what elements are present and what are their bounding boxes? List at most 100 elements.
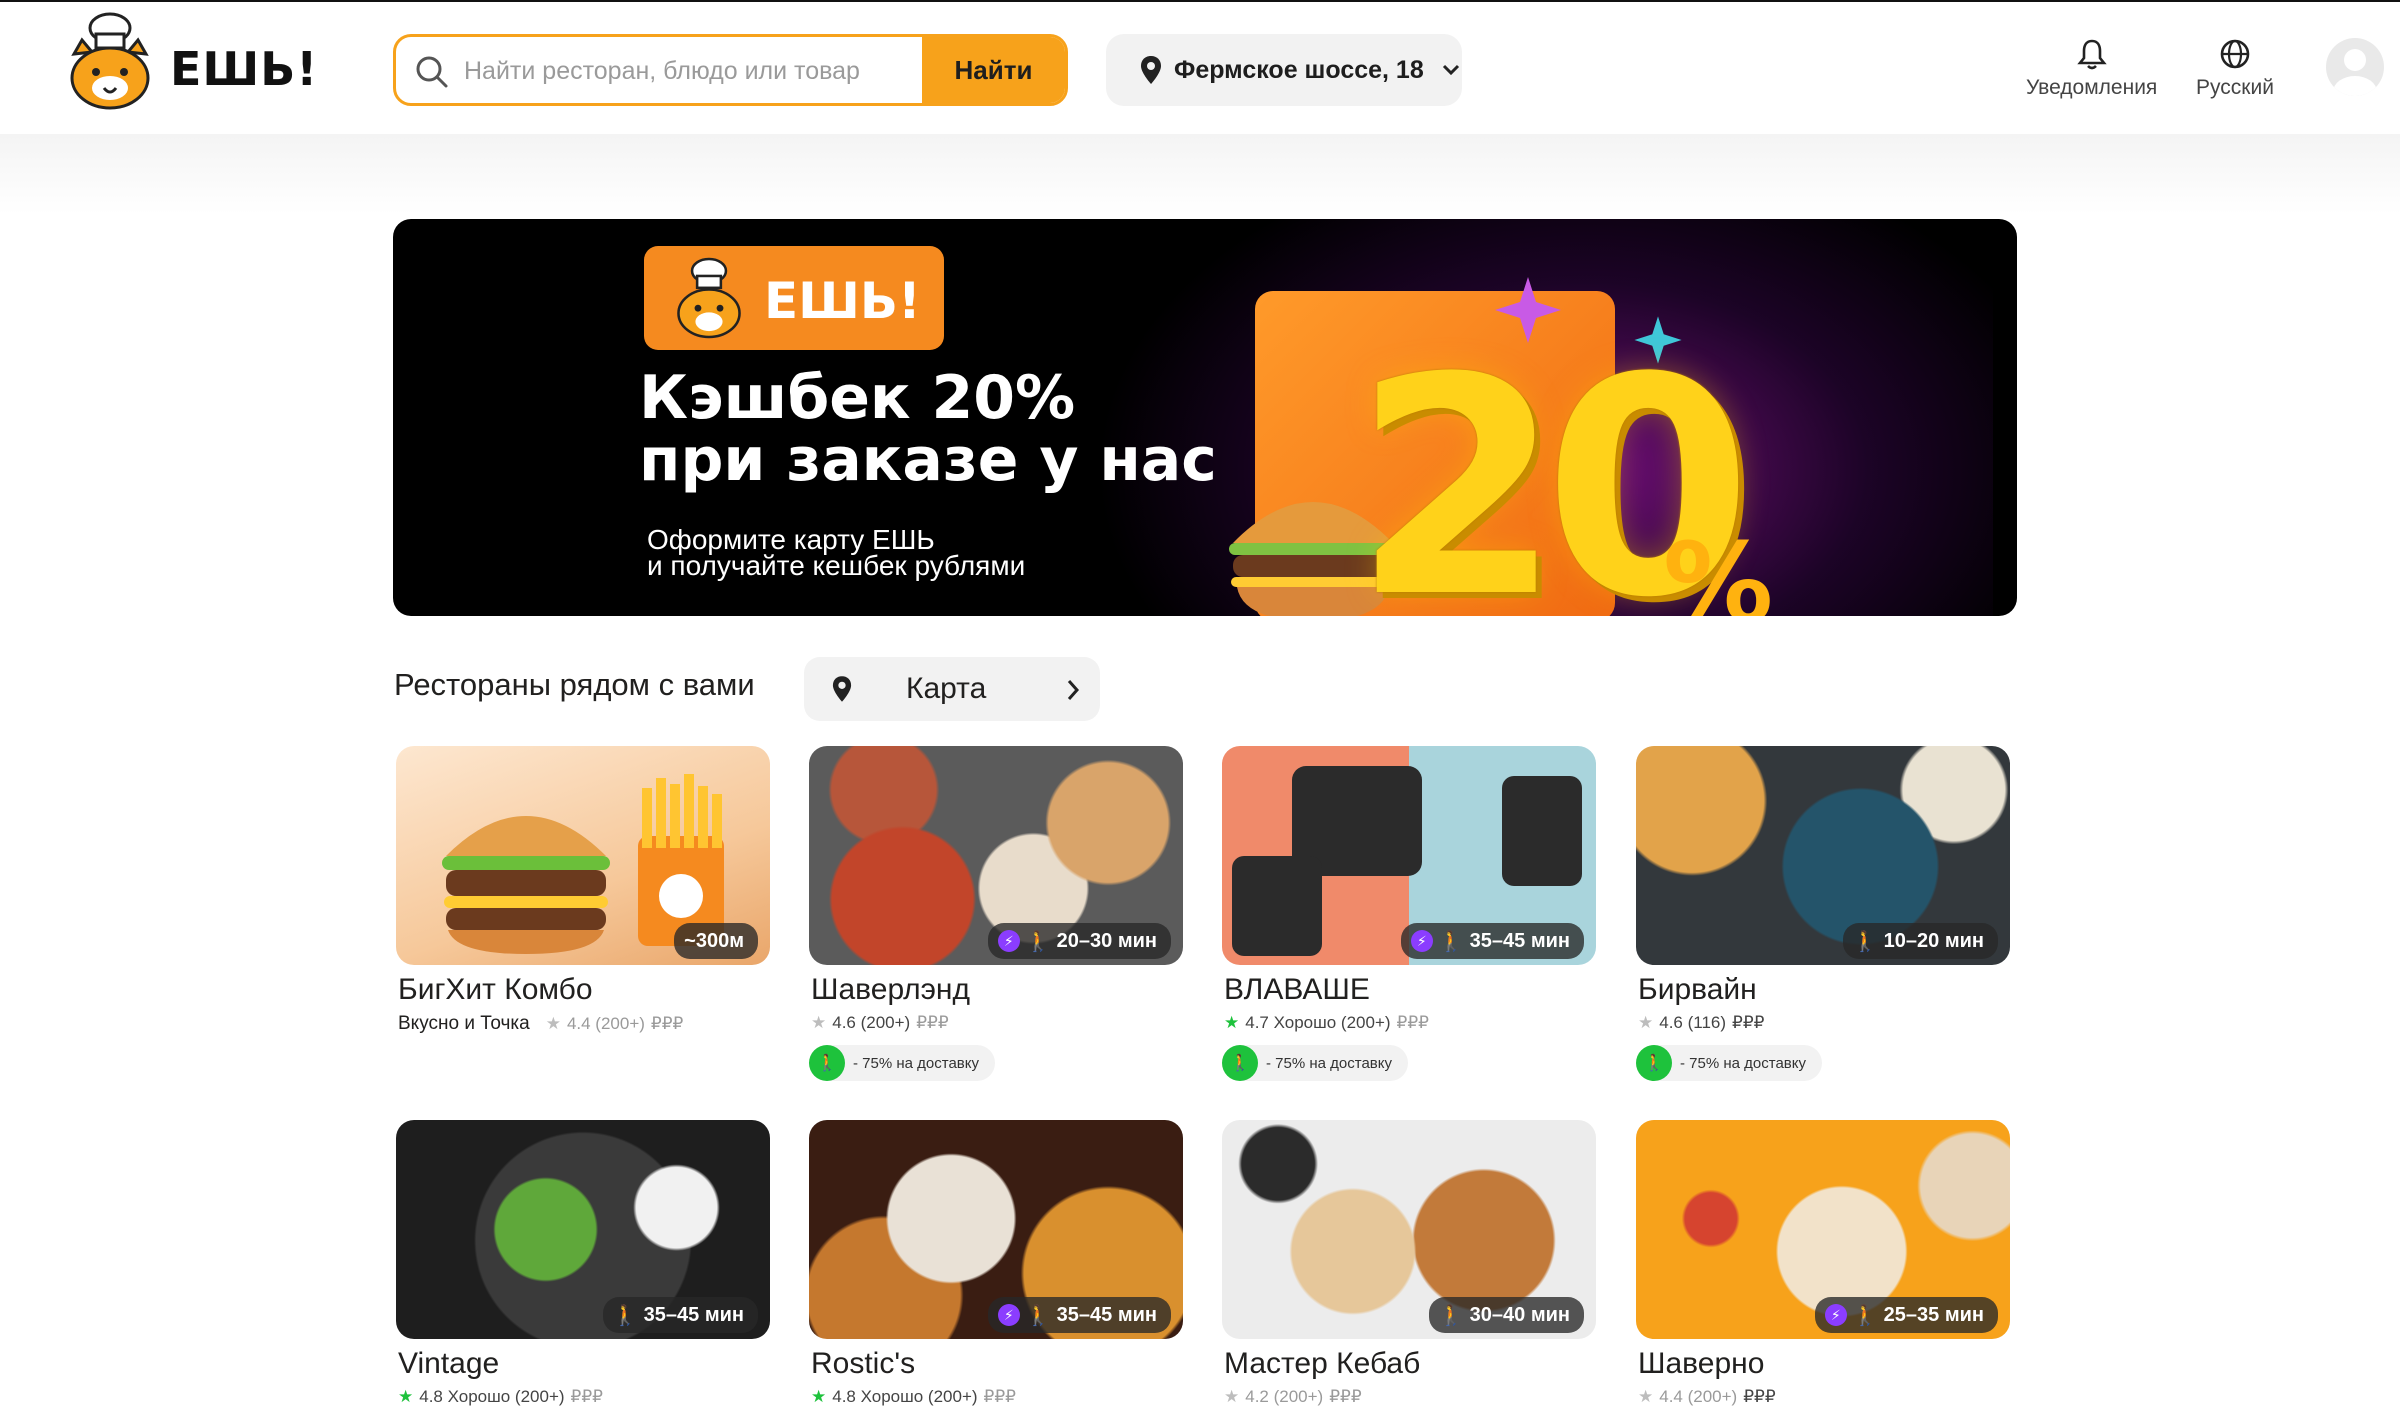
delivery-time: 25–35 мин (1883, 1303, 1984, 1326)
banner-title: Кэшбек 20% при заказе у нас (639, 367, 1217, 491)
delivery-time-badge: ⚡ 🚶 25–35 мин (1814, 1297, 1998, 1333)
map-button[interactable]: Карта (804, 657, 1100, 721)
delivery-time: 10–20 мин (1883, 929, 1984, 952)
walker-icon: 🚶 (612, 1304, 638, 1327)
star-icon: ★ (1224, 1387, 1240, 1406)
restaurant-meta: ★ 4.6 (116) ₽₽₽ (1638, 1013, 2010, 1033)
banner-title-line1: Кэшбек 20% (639, 363, 1076, 433)
search-input[interactable] (462, 37, 986, 103)
walker-icon: 🚶 (1852, 1304, 1878, 1327)
price-level: ₽₽₽ (1396, 1013, 1429, 1032)
star-icon: ★ (1638, 1013, 1654, 1032)
restaurant-meta: ★ 4.2 (200+) ₽₽₽ (1224, 1387, 1596, 1407)
delivery-time: 35–45 мин (1469, 929, 1570, 952)
delivery-time-badge: 🚶 35–45 мин (602, 1297, 758, 1333)
language-button[interactable]: Русский (2196, 38, 2274, 100)
restaurant-meta: ★ 4.6 (200+) ₽₽₽ (811, 1013, 1183, 1033)
restaurant-name: БигХит Комбо (398, 973, 593, 1006)
banner-brand-badge: ЕШЬ! (644, 246, 944, 350)
bolt-icon: ⚡ (1410, 930, 1433, 952)
bell-icon (2076, 39, 2107, 70)
address-selector[interactable]: Фермское шоссе, 18 (1106, 34, 1462, 106)
price-level: ₽₽₽ (1743, 1387, 1776, 1406)
price-level: ₽₽₽ (1329, 1387, 1362, 1406)
walker-icon: 🚶 (1025, 930, 1051, 953)
bolt-icon: ⚡ (997, 1304, 1020, 1326)
restaurant-name: Шаверно (1638, 1347, 1765, 1380)
banner-subtitle-line2: и получайте кешбек рублями (647, 550, 1026, 581)
delivery-time: 30–40 мин (1469, 1303, 1570, 1326)
restaurant-meta: ★ 4.7 Хорошо (200+) ₽₽₽ (1224, 1013, 1596, 1033)
location-pin-icon (1141, 56, 1161, 84)
restaurant-rating: 4.6 (200+) (832, 1013, 911, 1032)
price-level: ₽₽₽ (1732, 1013, 1765, 1032)
restaurant-photo: 🚶 35–45 мин (396, 1120, 770, 1339)
restaurant-card[interactable]: 🚶 35–45 мин Vintage ★ 4.8 Хорошо (200+) … (396, 1120, 770, 1407)
chevron-right-icon (1067, 680, 1080, 700)
restaurant-meta: ★ 4.8 Хорошо (200+) ₽₽₽ (811, 1387, 1183, 1407)
restaurant-name: Бирвайн (1638, 973, 1757, 1006)
restaurant-photo: ⚡ 🚶 25–35 мин (1636, 1120, 2010, 1339)
restaurant-meta: Вкусно и Точка ★ 4.4 (200+) ₽₽₽ (398, 1013, 770, 1035)
header-shadow-band (0, 134, 2400, 214)
banner-title-line2: при заказе у нас (639, 425, 1217, 495)
promo-text: - 75% на доставку (1680, 1054, 1806, 1072)
restaurant-photo: 🚶 30–40 мин (1222, 1120, 1596, 1339)
user-avatar-icon (2333, 49, 2377, 96)
star-icon: ★ (1224, 1013, 1240, 1032)
restaurant-photo: ⚡ 🚶 35–45 мин (809, 1120, 1183, 1339)
promo-walker-icon: 🚶 (1636, 1045, 1672, 1081)
brand-name[interactable]: ЕШЬ! (170, 42, 318, 96)
distance-badge: ~300м (674, 923, 758, 959)
restaurant-card[interactable]: ~300м БигХит Комбо Вкусно и Точка ★ 4.4 … (396, 746, 770, 1035)
restaurant-tagline: Вкусно и Точка (398, 1013, 530, 1034)
promo-walker-icon: 🚶 (1222, 1045, 1258, 1081)
restaurant-photo: ⚡ 🚶 35–45 мин (1222, 746, 1596, 965)
restaurant-rating: 4.6 (116) (1659, 1013, 1727, 1032)
delivery-promo-chip: 🚶 - 75% на доставку (809, 1045, 995, 1081)
banner-badge-text: ЕШЬ! (764, 272, 921, 330)
search-button[interactable]: Найти (922, 37, 1065, 103)
avatar[interactable] (2326, 38, 2384, 96)
banner-subtitle: Оформите карту ЕШЬ и получайте кешбек ру… (647, 526, 1026, 581)
price-level: ₽₽₽ (650, 1014, 684, 1033)
search-icon (416, 56, 448, 88)
restaurant-meta: ★ 4.8 Хорошо (200+) ₽₽₽ (398, 1387, 770, 1407)
walker-icon: 🚶 (1438, 1304, 1464, 1327)
restaurant-card[interactable]: ⚡ 🚶 25–35 мин Шаверно ★ 4.4 (200+) ₽₽₽ (1636, 1120, 2010, 1407)
restaurant-card[interactable]: ⚡ 🚶 35–45 мин ВЛАВАШЕ ★ 4.7 Хорошо (200+… (1222, 746, 1596, 1081)
delivery-time-badge: ⚡ 🚶 35–45 мин (987, 1297, 1171, 1333)
cashback-promo-banner[interactable]: ЕШЬ! Кэшбек 20% при заказе у нас Оформит… (393, 219, 2017, 616)
walker-icon: 🚶 (1438, 930, 1464, 953)
delivery-time: 20–30 мин (1056, 929, 1157, 952)
star-icon: ★ (811, 1013, 827, 1032)
promo-text: - 75% на доставку (1266, 1054, 1392, 1072)
distance-text: ~300м (684, 929, 744, 952)
promo-text: - 75% на доставку (853, 1054, 979, 1072)
restaurant-name: Мастер Кебаб (1224, 1347, 1421, 1380)
delivery-time-badge: 🚶 30–40 мин (1428, 1297, 1584, 1333)
restaurant-name: Vintage (398, 1347, 500, 1380)
delivery-promo-chip: 🚶 - 75% на доставку (1222, 1045, 1408, 1081)
notifications-label: Уведомления (2026, 76, 2158, 99)
location-pin-icon (832, 676, 852, 702)
restaurant-card[interactable]: 🚶 10–20 мин Бирвайн ★ 4.6 (116) ₽₽₽ 🚶 - … (1636, 746, 2010, 1081)
globe-icon (2220, 39, 2250, 69)
star-icon: ★ (398, 1387, 414, 1406)
cat-chef-logo-icon[interactable] (64, 10, 156, 110)
restaurant-card[interactable]: ⚡ 🚶 35–45 мин Rostic's ★ 4.8 Хорошо (200… (809, 1120, 1183, 1407)
nearby-section-title: Рестораны рядом с вами (394, 667, 755, 702)
restaurant-photo: ⚡ 🚶 20–30 мин (809, 746, 1183, 965)
search-box: Найти (393, 34, 1068, 106)
restaurant-rating: 4.7 Хорошо (200+) (1245, 1013, 1391, 1032)
restaurant-card[interactable]: ⚡ 🚶 20–30 мин Шаверлэнд ★ 4.6 (200+) ₽₽₽… (809, 746, 1183, 1081)
notifications-button[interactable]: Уведомления (2026, 38, 2157, 100)
delivery-promo-chip: 🚶 - 75% на доставку (1636, 1045, 1822, 1081)
delivery-time: 35–45 мин (643, 1303, 744, 1326)
restaurant-name: Шаверлэнд (811, 973, 971, 1006)
price-level: ₽₽₽ (983, 1387, 1016, 1406)
map-button-label: Карта (906, 672, 987, 705)
address-text: Фермское шоссе, 18 (1174, 55, 1424, 84)
restaurant-photo: ~300м (396, 746, 770, 965)
restaurant-card[interactable]: 🚶 30–40 мин Мастер Кебаб ★ 4.2 (200+) ₽₽… (1222, 1120, 1596, 1407)
